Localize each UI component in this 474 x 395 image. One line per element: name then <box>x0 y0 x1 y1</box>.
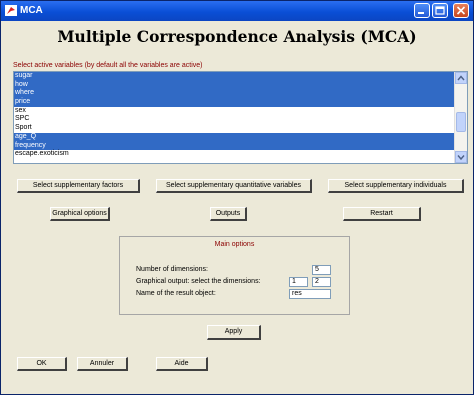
result-name-label: Name of the result object: <box>136 290 216 297</box>
list-item[interactable]: where <box>14 89 456 99</box>
scroll-thumb[interactable] <box>456 112 466 132</box>
select-supplementary-quantitative-button[interactable]: Select supplementary quantitative variab… <box>156 179 312 193</box>
graph-dim2-field[interactable]: 2 <box>312 277 331 287</box>
scroll-up-button[interactable] <box>455 72 467 84</box>
tk-feather-icon <box>5 5 17 16</box>
window-title: MCA <box>20 5 43 16</box>
main-options-title: Main options <box>214 241 255 248</box>
close-button[interactable] <box>453 3 469 18</box>
list-item[interactable]: frequency <box>14 141 456 151</box>
list-item[interactable]: how <box>14 80 456 90</box>
scroll-down-button[interactable] <box>455 151 467 163</box>
scrollbar[interactable] <box>454 72 467 163</box>
mca-window: MCA Multiple Correspondence Analysis (MC… <box>0 0 474 395</box>
ok-button[interactable]: OK <box>17 357 67 371</box>
select-supplementary-individuals-button[interactable]: Select supplementary individuals <box>328 179 464 193</box>
aide-button[interactable]: Aide <box>156 357 208 371</box>
maximize-icon <box>435 6 445 15</box>
variables-list: sugar how where price sex SPC Sport age_Q freque… <box>14 72 456 159</box>
annuler-button[interactable]: Annuler <box>77 357 128 371</box>
minimize-icon <box>418 12 424 14</box>
page-title: Multiple Correspondence Analysis (MCA) <box>57 27 417 46</box>
active-variables-listbox[interactable]: sugar how where price sex SPC Sport age_Q freque… <box>13 71 468 164</box>
chevron-down-icon <box>457 155 465 161</box>
result-name-field[interactable]: res <box>289 289 331 299</box>
outputs-button[interactable]: Outputs <box>210 207 247 221</box>
list-item[interactable]: sex <box>14 107 456 116</box>
select-supplementary-factors-button[interactable]: Select supplementary factors <box>17 179 140 193</box>
close-icon <box>456 6 466 15</box>
minimize-button[interactable] <box>414 3 430 18</box>
dimensions-field[interactable]: 5 <box>312 265 331 275</box>
main-options-frame: Main options Number of dimensions: 5 Gra… <box>119 236 350 315</box>
list-item[interactable]: age_Q <box>14 132 456 142</box>
graph-dim1-field[interactable]: 1 <box>289 277 308 287</box>
chevron-up-icon <box>457 75 465 81</box>
restart-button[interactable]: Restart <box>343 207 421 221</box>
variables-caption: Select active variables (by default all … <box>13 62 203 69</box>
graphical-options-button[interactable]: Graphical options <box>50 207 110 221</box>
maximize-button[interactable] <box>432 3 448 18</box>
list-item[interactable]: escape.exoticism <box>14 150 456 159</box>
title-bar[interactable]: MCA <box>1 1 473 21</box>
dimensions-label: Number of dimensions: <box>136 266 208 273</box>
graphical-output-label: Graphical output: select the dimensions: <box>136 278 261 285</box>
list-item[interactable]: price <box>14 98 456 107</box>
apply-button[interactable]: Apply <box>207 325 261 340</box>
list-item[interactable]: SPC <box>14 115 456 124</box>
list-item[interactable]: sugar <box>14 72 456 81</box>
list-item[interactable]: Sport <box>14 124 456 133</box>
